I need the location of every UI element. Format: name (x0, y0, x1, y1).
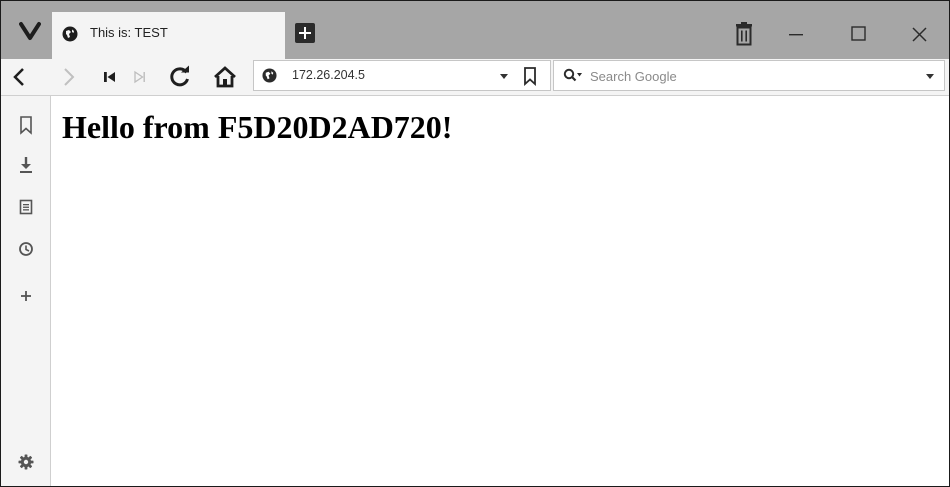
home-button[interactable] (211, 63, 239, 91)
forward-button[interactable] (57, 63, 81, 91)
url-field[interactable]: 172.26.204.5 (253, 60, 551, 91)
back-icon (13, 68, 24, 86)
maximize-icon (851, 26, 866, 41)
dropdown-icon (926, 74, 934, 79)
side-panel (1, 96, 51, 486)
reload-button[interactable] (166, 63, 194, 91)
home-icon (214, 66, 236, 88)
rewind-button[interactable] (99, 63, 121, 91)
browser-window: This is: TEST 172.26.204.5 Search Google… (0, 0, 950, 487)
site-info-icon[interactable] (262, 68, 277, 83)
dropdown-icon (500, 74, 508, 79)
url-text: 172.26.204.5 (292, 68, 365, 82)
rewind-icon (104, 72, 115, 82)
search-field[interactable] (553, 60, 945, 91)
reload-icon (170, 65, 189, 87)
tab-active[interactable]: This is: TEST (52, 12, 285, 59)
sidebar-item-add-panel[interactable] (15, 285, 37, 307)
sidebar-item-history[interactable] (15, 238, 37, 260)
page-content: Hello from F5D20D2AD720! (51, 96, 949, 486)
settings-button[interactable] (15, 451, 37, 473)
close-button[interactable] (906, 22, 934, 48)
bookmarks-icon (20, 116, 32, 135)
url-dropdown-button[interactable] (498, 67, 510, 85)
address-bar: 172.26.204.5 (1, 59, 949, 96)
bookmark-page-button[interactable] (523, 66, 537, 87)
search-dropdown-button[interactable] (924, 67, 936, 85)
globe-icon (262, 68, 277, 83)
globe-icon (62, 26, 78, 42)
vivaldi-logo-icon[interactable] (9, 4, 51, 58)
search-input[interactable] (590, 66, 910, 86)
tab-title: This is: TEST (90, 25, 168, 40)
minimize-button[interactable] (783, 23, 813, 45)
downloads-icon (20, 157, 32, 173)
minimize-icon (789, 34, 803, 36)
add-panel-icon (21, 291, 31, 301)
back-button[interactable] (7, 63, 31, 91)
trash-button[interactable] (734, 22, 754, 46)
sidebar-item-bookmarks[interactable] (15, 114, 37, 136)
history-icon (19, 242, 33, 256)
gear-icon (18, 454, 34, 470)
page-heading: Hello from F5D20D2AD720! (62, 109, 453, 145)
close-icon (912, 27, 927, 42)
fast-forward-button[interactable] (129, 63, 151, 91)
title-bar: This is: TEST (1, 1, 949, 59)
sidebar-item-downloads[interactable] (15, 154, 37, 176)
maximize-button[interactable] (847, 22, 871, 46)
forward-icon (64, 68, 75, 86)
trash-icon (736, 22, 752, 46)
new-tab-button[interactable] (295, 23, 315, 43)
sidebar-item-notes[interactable] (15, 196, 37, 218)
search-icon (563, 68, 582, 82)
bookmark-icon (524, 67, 536, 87)
search-engine-icon[interactable] (563, 68, 587, 84)
fast-forward-icon (134, 70, 145, 84)
plus-square-icon (295, 23, 315, 43)
notes-icon (19, 199, 33, 215)
